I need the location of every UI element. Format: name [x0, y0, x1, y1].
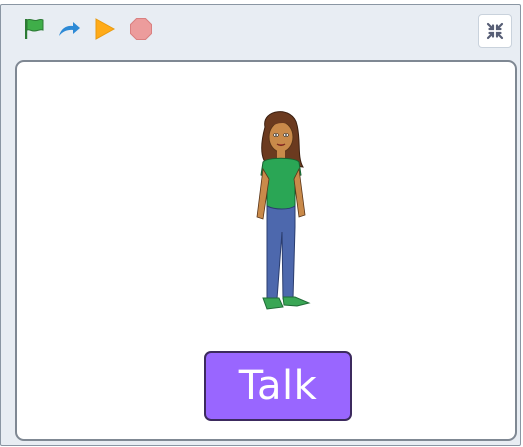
play-icon[interactable] — [91, 16, 117, 42]
green-flag-icon[interactable] — [21, 16, 47, 42]
stop-icon[interactable] — [128, 16, 154, 42]
stage-canvas[interactable]: Talk — [15, 60, 517, 441]
redo-arrow-icon[interactable] — [56, 16, 82, 42]
talk-button[interactable]: Talk — [204, 351, 352, 421]
girl-character-sprite[interactable] — [237, 107, 327, 317]
stage-window: Talk — [0, 4, 521, 446]
stage-toolbar — [1, 5, 520, 57]
exit-fullscreen-icon[interactable] — [478, 14, 512, 48]
